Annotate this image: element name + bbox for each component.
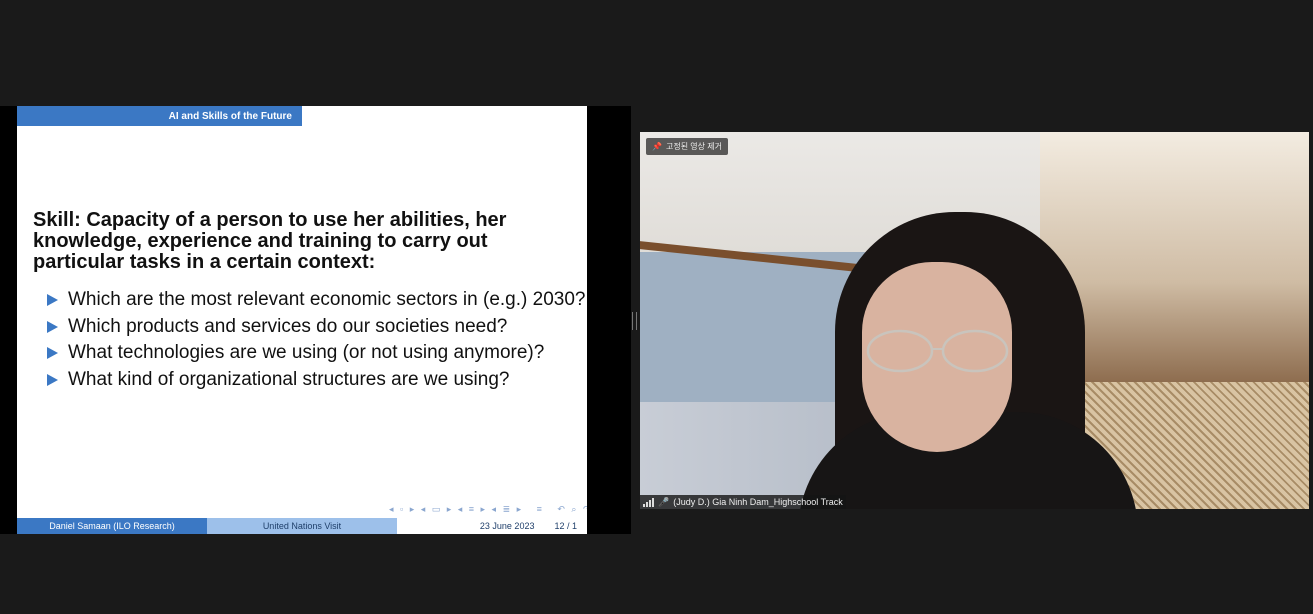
meeting-stage: AI and Skills of the Future Skill: Capac… — [0, 0, 1313, 614]
unpin-label: 고정된 영상 제거 — [665, 142, 722, 151]
bullet-triangle-icon — [47, 320, 58, 333]
presentation-slide: AI and Skills of the Future Skill: Capac… — [17, 106, 587, 534]
unpin-video-button[interactable]: 📌 고정된 영상 제거 — [646, 138, 728, 155]
slide-footer: Daniel Samaan (ILO Research) United Nati… — [17, 518, 587, 534]
slide-title: Skill: Capacity of a person to use her a… — [33, 209, 507, 273]
list-item: Which are the most relevant economic sec… — [47, 287, 585, 314]
footer-right: 23 June 2023 12 / 1 — [397, 518, 587, 534]
mic-muted-icon: 🎤 — [658, 496, 670, 507]
footer-page-number: 12 / 1 — [554, 521, 577, 531]
participant-video[interactable]: 📌 고정된 영상 제거 🎤 (Judy D.) Gia Ninh Dam_Hig… — [640, 132, 1309, 509]
footer-event: United Nations Visit — [207, 518, 397, 534]
footer-date: 23 June 2023 — [479, 521, 535, 531]
list-item: What kind of organizational structures a… — [47, 367, 577, 394]
beamer-navigation-icons: ◂ ▫ ▸ ◂ ▭ ▸ ◂ ≡ ▸ ◂ ≣ ▸ ≡ ↶ ⌕ ↷ — [389, 504, 587, 514]
glasses-shape — [866, 329, 1009, 373]
bullet-list: Which are the most relevant economic sec… — [47, 287, 585, 394]
footer-author: Daniel Samaan (ILO Research) — [17, 518, 207, 534]
slide-header: AI and Skills of the Future — [17, 106, 302, 126]
bullet-triangle-icon — [47, 347, 58, 359]
bullet-triangle-icon — [47, 373, 58, 386]
signal-strength-icon — [643, 497, 654, 507]
participant-name-tag: 🎤 (Judy D.) Gia Ninh Dam_Highschool Trac… — [640, 495, 846, 509]
bullet-triangle-icon — [47, 294, 58, 306]
list-item: Which products and services do our socie… — [47, 314, 577, 341]
shared-screen-pane[interactable]: AI and Skills of the Future Skill: Capac… — [0, 106, 631, 534]
participant-name: (Judy D.) Gia Ninh Dam_Highschool Track — [673, 497, 843, 507]
pane-resize-handle[interactable] — [632, 312, 637, 330]
list-item: What technologies are we using (or not u… — [47, 340, 577, 367]
pin-icon: 📌 — [652, 142, 662, 151]
